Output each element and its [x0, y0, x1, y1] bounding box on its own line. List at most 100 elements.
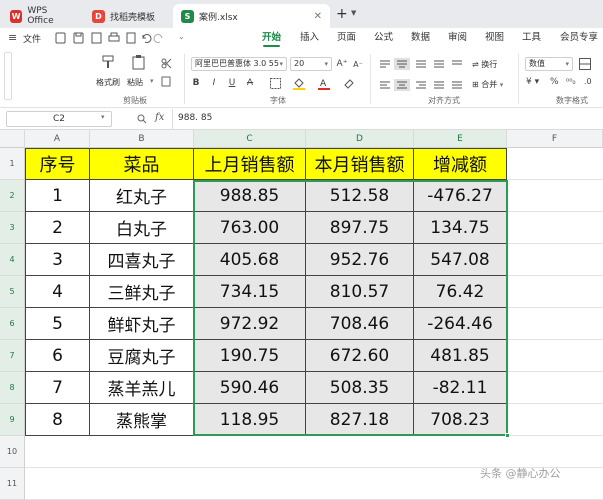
menu-tab-page[interactable]: 页面: [337, 28, 356, 48]
zoom-icon[interactable]: [137, 114, 147, 124]
table-cell[interactable]: 708.23: [414, 404, 507, 436]
header-cell[interactable]: 增减额: [414, 148, 507, 180]
column-header-c[interactable]: C: [194, 130, 306, 148]
column-header-b[interactable]: B: [90, 130, 194, 148]
column-header-a[interactable]: A: [25, 130, 90, 148]
chevron-down-icon[interactable]: ⌄: [178, 32, 185, 41]
table-cell[interactable]: 972.92: [194, 308, 306, 340]
menu-tab-home[interactable]: 开始: [262, 28, 281, 48]
table-cell[interactable]: 508.35: [306, 372, 414, 404]
table-cell[interactable]: 鲜虾丸子: [90, 308, 194, 340]
wrap-text-button[interactable]: ⇌ 换行: [472, 59, 497, 70]
table-cell[interactable]: -476.27: [414, 180, 507, 212]
row-header-5[interactable]: 5: [0, 276, 25, 308]
file-menu[interactable]: 文件: [23, 32, 41, 45]
column-header-e[interactable]: E: [414, 130, 507, 148]
tab-workbook[interactable]: S 案例.xlsx ✕: [173, 4, 330, 28]
table-cell[interactable]: -264.46: [414, 308, 507, 340]
column-header-d[interactable]: D: [306, 130, 414, 148]
fill-handle[interactable]: [505, 433, 510, 438]
table-cell[interactable]: 1: [25, 180, 90, 212]
row-header-9[interactable]: 9: [0, 404, 25, 436]
close-tab-icon[interactable]: ✕: [314, 11, 322, 22]
fill-color-icon[interactable]: [292, 76, 306, 90]
column-header-f[interactable]: F: [507, 130, 603, 148]
tab-wps-office[interactable]: W WPS Office: [2, 4, 82, 28]
header-cell[interactable]: 菜品: [90, 148, 194, 180]
italic-button[interactable]: I: [208, 76, 220, 90]
formula-input[interactable]: 988. 85: [178, 113, 212, 123]
table-cell[interactable]: 6: [25, 340, 90, 372]
menu-icon[interactable]: ≡: [8, 31, 17, 44]
table-cell[interactable]: 3: [25, 244, 90, 276]
menu-tab-member[interactable]: 会员专享: [560, 28, 598, 48]
chevron-down-icon[interactable]: ▾: [150, 77, 154, 85]
table-cell[interactable]: 76.42: [414, 276, 507, 308]
table-cell[interactable]: 547.08: [414, 244, 507, 276]
table-cell[interactable]: 白丸子: [90, 212, 194, 244]
number-format-select[interactable]: 数值 ▾: [525, 57, 573, 71]
bold-button[interactable]: B: [190, 76, 202, 90]
table-cell[interactable]: 988.85: [194, 180, 306, 212]
row-header-6[interactable]: 6: [0, 308, 25, 340]
row-header-2[interactable]: 2: [0, 180, 25, 212]
table-cell[interactable]: 672.60: [306, 340, 414, 372]
row-header-7[interactable]: 7: [0, 340, 25, 372]
chevron-down-icon[interactable]: ▼: [351, 9, 356, 17]
font-size-select[interactable]: 20 ▾: [290, 57, 332, 71]
menu-tab-view[interactable]: 视图: [485, 28, 504, 48]
menu-tab-tools[interactable]: 工具: [522, 28, 541, 48]
currency-icon[interactable]: ¥ ▾: [526, 77, 539, 87]
table-cell[interactable]: 蒸熊掌: [90, 404, 194, 436]
paste-icon[interactable]: [131, 54, 147, 70]
decrease-font-icon[interactable]: A⁻: [352, 57, 364, 71]
table-cell[interactable]: 481.85: [414, 340, 507, 372]
table-cell[interactable]: 590.46: [194, 372, 306, 404]
table-cell[interactable]: 7: [25, 372, 90, 404]
decimal-decrease-icon[interactable]: .0: [584, 77, 592, 86]
table-cell[interactable]: 897.75: [306, 212, 414, 244]
row-header-8[interactable]: 8: [0, 372, 25, 404]
table-cell[interactable]: 红丸子: [90, 180, 194, 212]
table-cell[interactable]: 5: [25, 308, 90, 340]
merge-button[interactable]: ⊞ 合并 ▾: [472, 79, 503, 90]
table-cell[interactable]: 2: [25, 212, 90, 244]
table-cell[interactable]: 734.15: [194, 276, 306, 308]
table-cell[interactable]: 708.46: [306, 308, 414, 340]
table-cell[interactable]: 118.95: [194, 404, 306, 436]
table-cell[interactable]: 190.75: [194, 340, 306, 372]
table-cell[interactable]: 763.00: [194, 212, 306, 244]
font-color-icon[interactable]: A: [317, 76, 331, 90]
table-cell[interactable]: 三鲜丸子: [90, 276, 194, 308]
table-cell[interactable]: 四喜丸子: [90, 244, 194, 276]
strikethrough-button[interactable]: A: [244, 76, 256, 90]
percent-icon[interactable]: %: [550, 77, 559, 87]
row-header-1[interactable]: 1: [0, 148, 25, 180]
table-cell[interactable]: 827.18: [306, 404, 414, 436]
table-cell[interactable]: 512.58: [306, 180, 414, 212]
paste-label[interactable]: 粘贴: [127, 77, 143, 88]
menu-tab-data[interactable]: 数据: [411, 28, 430, 48]
header-cell[interactable]: 上月销售额: [194, 148, 306, 180]
menu-tab-formulas[interactable]: 公式: [374, 28, 393, 48]
ribbon-scroll-left[interactable]: [4, 52, 12, 100]
borders-icon[interactable]: [268, 76, 282, 90]
name-box[interactable]: C2: [6, 111, 112, 127]
chevron-down-icon[interactable]: ▾: [101, 113, 105, 121]
tab-docer-templates[interactable]: D 找稻壳模板: [84, 4, 172, 28]
table-cell[interactable]: 810.57: [306, 276, 414, 308]
clear-format-icon[interactable]: [342, 76, 356, 90]
table-cell[interactable]: -82.11: [414, 372, 507, 404]
header-cell[interactable]: 本月销售额: [306, 148, 414, 180]
row-header-11[interactable]: 11: [0, 468, 25, 500]
row-header-10[interactable]: 10: [0, 436, 25, 468]
header-cell[interactable]: 序号: [25, 148, 90, 180]
conditional-format-icon[interactable]: [578, 57, 592, 71]
row-header-3[interactable]: 3: [0, 212, 25, 244]
new-tab-button[interactable]: +: [336, 6, 348, 22]
table-cell[interactable]: 豆腐丸子: [90, 340, 194, 372]
table-cell[interactable]: 8: [25, 404, 90, 436]
table-cell[interactable]: 蒸羊羔儿: [90, 372, 194, 404]
font-name-select[interactable]: 阿里巴巴普惠体 3.0 55 ▾: [191, 57, 287, 71]
decimal-icon[interactable]: ⁰⁰₀: [566, 77, 576, 86]
